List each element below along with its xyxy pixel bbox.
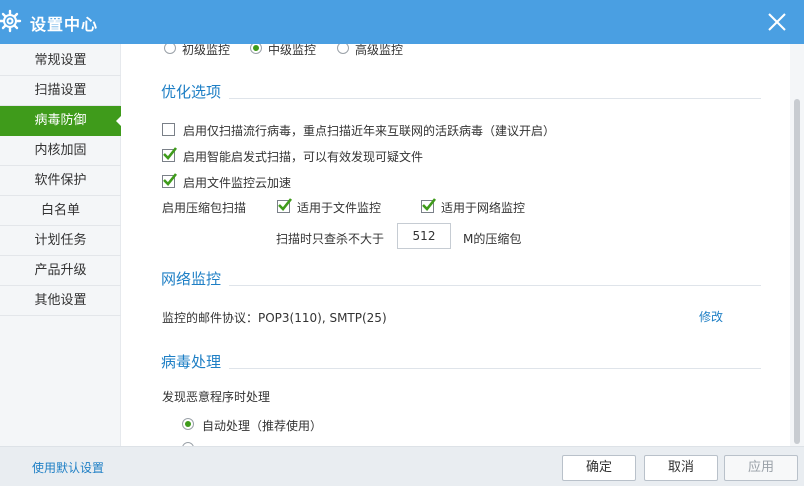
section-divider [229, 98, 761, 99]
scrollbar[interactable] [790, 44, 804, 446]
checkmark-icon [163, 147, 178, 160]
sidebar-item-label: 其他设置 [34, 293, 87, 308]
radio-auto-handle[interactable] [182, 418, 194, 430]
heuristic-scan-label: 启用智能启发式扫描，可以有效发现可疑文件 [183, 150, 424, 164]
sidebar-item-other[interactable]: 其他设置 [0, 286, 121, 316]
scrollbar-thumb[interactable] [794, 99, 800, 444]
section-divider [229, 285, 761, 286]
footer-bar: 使用默认设置 确定 取消 应用 [0, 446, 804, 486]
sidebar-item-scan[interactable]: 扫描设置 [0, 76, 121, 106]
auto-handle-label: 自动处理（推荐使用） [202, 419, 323, 433]
sidebar-item-label: 产品升级 [34, 263, 87, 278]
sidebar-item-label: 软件保护 [34, 173, 87, 188]
use-default-link[interactable]: 使用默认设置 [32, 459, 104, 476]
sidebar-item-general[interactable]: 常规设置 [0, 46, 121, 76]
cancel-button[interactable]: 取消 [644, 455, 718, 481]
sidebar-item-upgrade[interactable]: 产品升级 [0, 256, 121, 286]
sidebar-item-label: 白名单 [40, 203, 80, 218]
close-icon[interactable] [764, 9, 790, 35]
cloud-accel-label: 启用文件监控云加速 [183, 176, 292, 190]
ok-button[interactable]: 确定 [562, 455, 636, 481]
sidebar-item-label: 内核加固 [34, 143, 87, 158]
gear-logo-icon [0, 9, 22, 33]
size-limit-suffix: M的压缩包 [463, 232, 522, 246]
mail-protocol-text: 监控的邮件协议：POP3(110), SMTP(25) [162, 311, 387, 325]
checkbox-file-monitor[interactable] [277, 198, 293, 213]
window-title: 设置中心 [30, 15, 99, 34]
net-monitor-label: 适用于网络监控 [441, 201, 526, 215]
sidebar-item-software-protect[interactable]: 软件保护 [0, 166, 121, 196]
radio-advanced-monitor[interactable] [337, 44, 349, 54]
radio-medium-monitor[interactable] [250, 44, 262, 54]
section-title-network: 网络监控 [161, 270, 222, 288]
modify-link[interactable]: 修改 [699, 308, 723, 325]
sidebar-item-label: 常规设置 [34, 53, 87, 68]
settings-content: 初级监控 中级监控 高级监控 优化选项 启用仅扫描流行病毒，重点扫描近年来互联网… [121, 44, 804, 446]
section-title-optimize: 优化选项 [161, 83, 222, 101]
radio-medium-label: 中级监控 [268, 44, 317, 57]
section-divider [229, 368, 761, 369]
file-monitor-label: 适用于文件监控 [297, 201, 382, 215]
radio-basic-label: 初级监控 [182, 44, 231, 57]
radio-advanced-label: 高级监控 [355, 44, 404, 57]
title-bar: 设置中心 [0, 0, 804, 44]
checkbox-cloud-accel[interactable] [162, 173, 178, 188]
compress-scan-label: 启用压缩包扫描 [162, 201, 247, 215]
checkbox-net-monitor[interactable] [421, 198, 437, 213]
size-limit-prefix: 扫描时只查杀不大于 [276, 232, 385, 246]
apply-button[interactable]: 应用 [724, 455, 798, 481]
sidebar-item-label: 扫描设置 [34, 83, 87, 98]
sidebar-item-virus-defense[interactable]: 病毒防御 [0, 106, 122, 136]
radio-basic-monitor[interactable] [164, 44, 176, 54]
checkmark-icon [278, 198, 293, 211]
sidebar-item-schedule[interactable]: 计划任务 [0, 226, 121, 256]
sidebar: 常规设置 扫描设置 病毒防御 内核加固 软件保护 白名单 计划任务 产品升级 其… [0, 44, 122, 446]
size-limit-input[interactable] [397, 223, 451, 249]
sidebar-item-label: 病毒防御 [34, 113, 87, 128]
sidebar-item-label: 计划任务 [34, 233, 87, 248]
checkbox-heuristic-scan[interactable] [162, 147, 178, 162]
virus-handle-prompt: 发现恶意程序时处理 [162, 390, 271, 404]
sidebar-item-whitelist[interactable]: 白名单 [0, 196, 121, 226]
checkbox-popular-virus[interactable] [162, 123, 175, 136]
sidebar-item-kernel[interactable]: 内核加固 [0, 136, 121, 166]
popular-virus-label: 启用仅扫描流行病毒，重点扫描近年来互联网的活跃病毒（建议开启） [183, 124, 556, 138]
checkmark-icon [422, 198, 437, 211]
checkmark-icon [163, 173, 178, 186]
section-title-virus: 病毒处理 [161, 353, 222, 371]
